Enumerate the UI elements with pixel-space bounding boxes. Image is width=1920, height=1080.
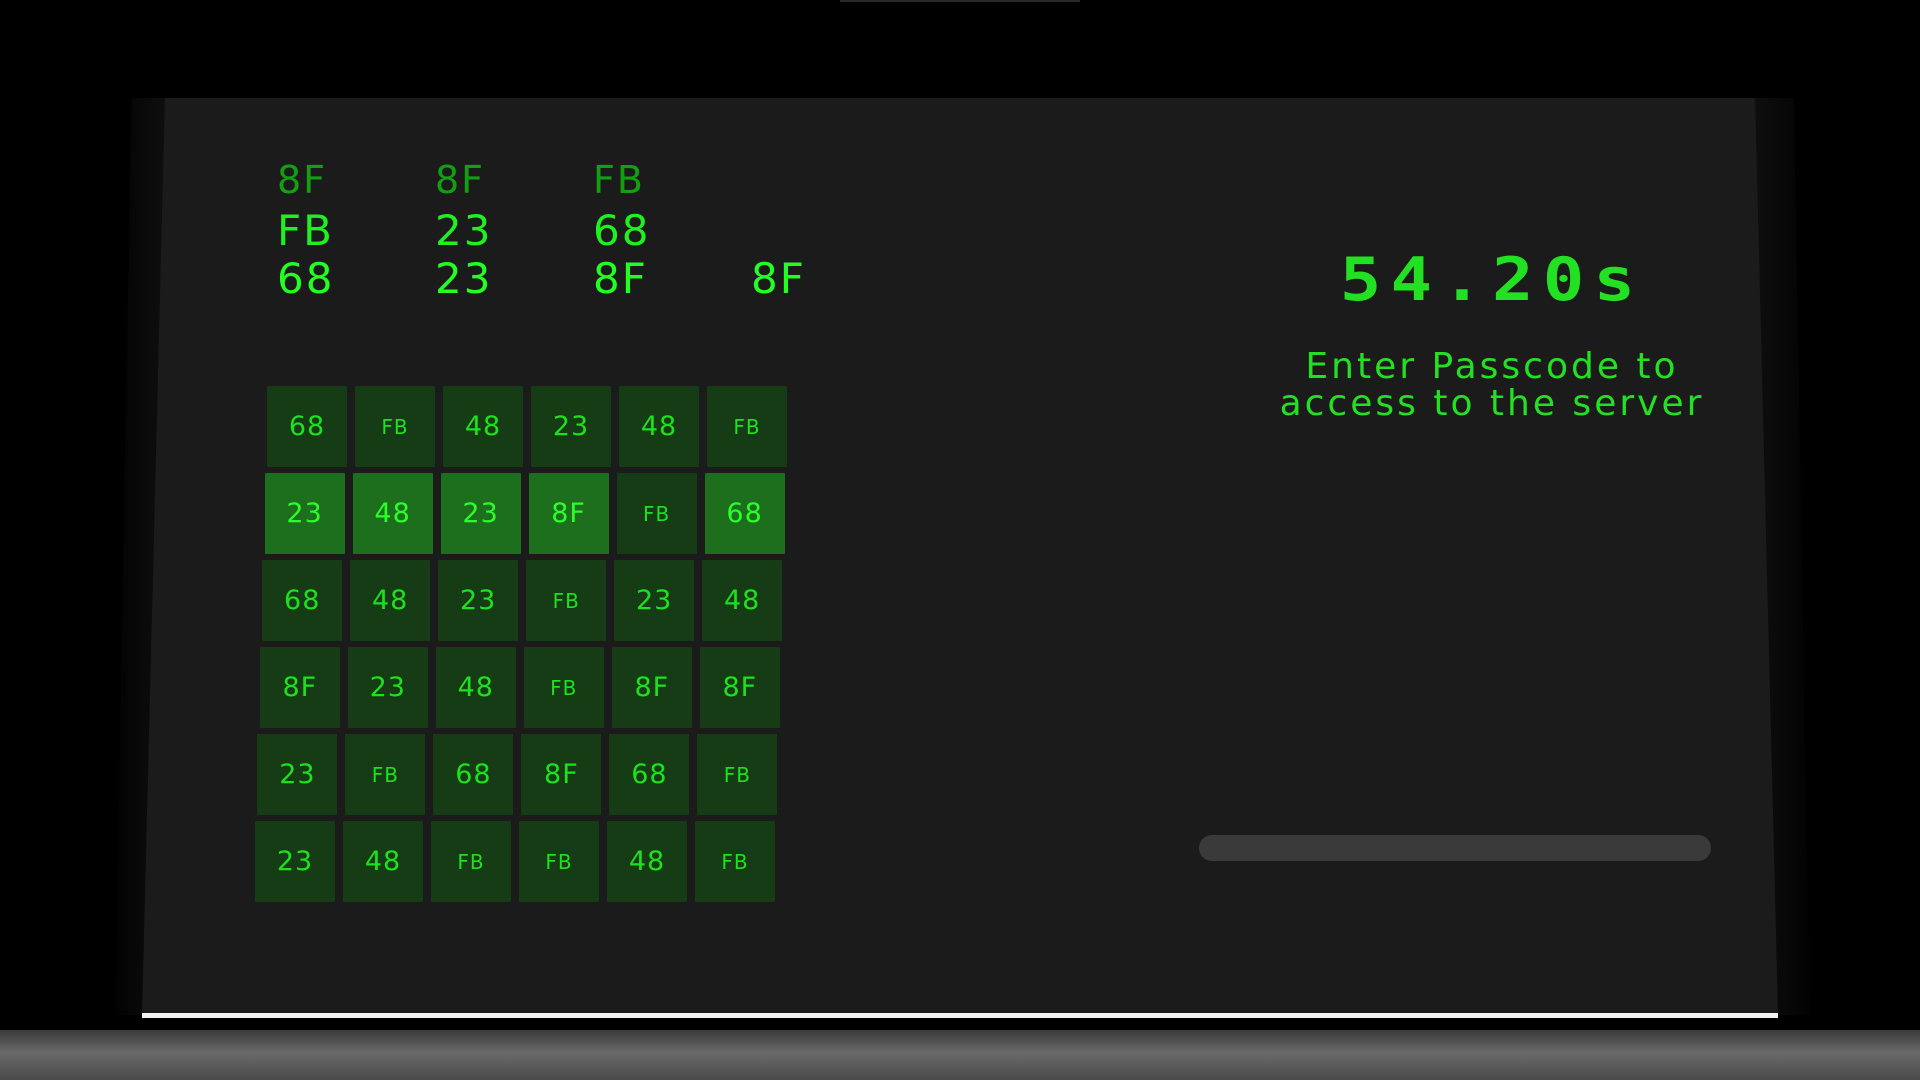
grid-tile[interactable]: FB (519, 821, 599, 902)
scene: 8F 8F FB FB 23 68 68 23 8F 8F 68 FB 48 23 48 FB 23 48 23 8… (0, 0, 1920, 1080)
sequence-code: 23 (435, 206, 493, 255)
grid-tile[interactable]: 8F (521, 734, 602, 815)
countdown-timer: 54.20s (1339, 245, 1645, 315)
grid-tile[interactable]: 8F (528, 473, 609, 554)
grid-tile[interactable]: 23 (440, 473, 521, 554)
grid-tile[interactable]: FB (431, 821, 511, 902)
grid-tile[interactable]: 8F (699, 647, 780, 728)
sequence-code: 68 (277, 254, 335, 303)
grid-tile[interactable]: FB (695, 821, 775, 902)
prompt-line-1: Enter Passcode to (1305, 346, 1679, 387)
grid-tile[interactable]: 48 (435, 647, 516, 728)
grid-tile[interactable]: FB (526, 560, 607, 641)
hacking-monitor: 8F 8F FB FB 23 68 68 23 8F 8F 68 FB 48 23 48 FB 23 48 23 8… (142, 98, 1778, 1015)
sequence-code: 8F (435, 158, 486, 202)
grid-tile[interactable]: 48 (702, 560, 783, 641)
grid-tile[interactable]: 23 (438, 560, 519, 641)
grid-tile[interactable]: 48 (343, 821, 423, 902)
grid-tile[interactable]: 23 (347, 647, 428, 728)
grid-tile[interactable]: 68 (267, 386, 347, 467)
grid-tile[interactable]: 68 (433, 734, 514, 815)
grid-tile[interactable]: 23 (531, 386, 611, 467)
screen-bottom-edge (142, 1013, 1778, 1018)
floor (0, 1030, 1920, 1080)
grid-tile[interactable]: 23 (264, 473, 345, 554)
sequence-code: FB (593, 158, 645, 202)
progress-bar (1199, 835, 1711, 861)
grid-tile[interactable]: FB (707, 386, 787, 467)
grid-tile[interactable]: 68 (609, 734, 690, 815)
passcode-prompt: Enter Passcode to access to the server (1192, 346, 1778, 424)
grid-tile[interactable]: 68 (262, 560, 343, 641)
grid-tile[interactable]: 48 (607, 821, 687, 902)
grid-tile[interactable]: 68 (704, 473, 785, 554)
grid-tile[interactable]: 8F (259, 647, 340, 728)
grid-tile[interactable]: 48 (352, 473, 433, 554)
sequence-code: 8F (277, 158, 328, 202)
grid-tile[interactable]: 48 (443, 386, 523, 467)
grid-tile[interactable]: FB (616, 473, 697, 554)
sequence-code: 8F (593, 254, 648, 303)
grid-tile[interactable]: 8F (611, 647, 692, 728)
grid-tile[interactable]: FB (523, 647, 604, 728)
grid-tile[interactable]: 23 (614, 560, 695, 641)
grid-tile[interactable]: 23 (255, 821, 335, 902)
sequence-code: 23 (435, 254, 493, 303)
grid-tile[interactable]: FB (345, 734, 426, 815)
sequence-code: FB (277, 206, 334, 255)
prompt-line-2: access to the server (1279, 383, 1705, 424)
grid-tile[interactable]: 48 (350, 560, 431, 641)
sequence-code: 8F (751, 254, 806, 303)
sequence-code: 68 (593, 206, 651, 255)
grid-tile[interactable]: FB (355, 386, 435, 467)
ceiling-light (840, 0, 1080, 2)
grid-tile[interactable]: 23 (257, 734, 338, 815)
grid-tile[interactable]: 48 (619, 386, 699, 467)
grid-tile[interactable]: FB (697, 734, 778, 815)
